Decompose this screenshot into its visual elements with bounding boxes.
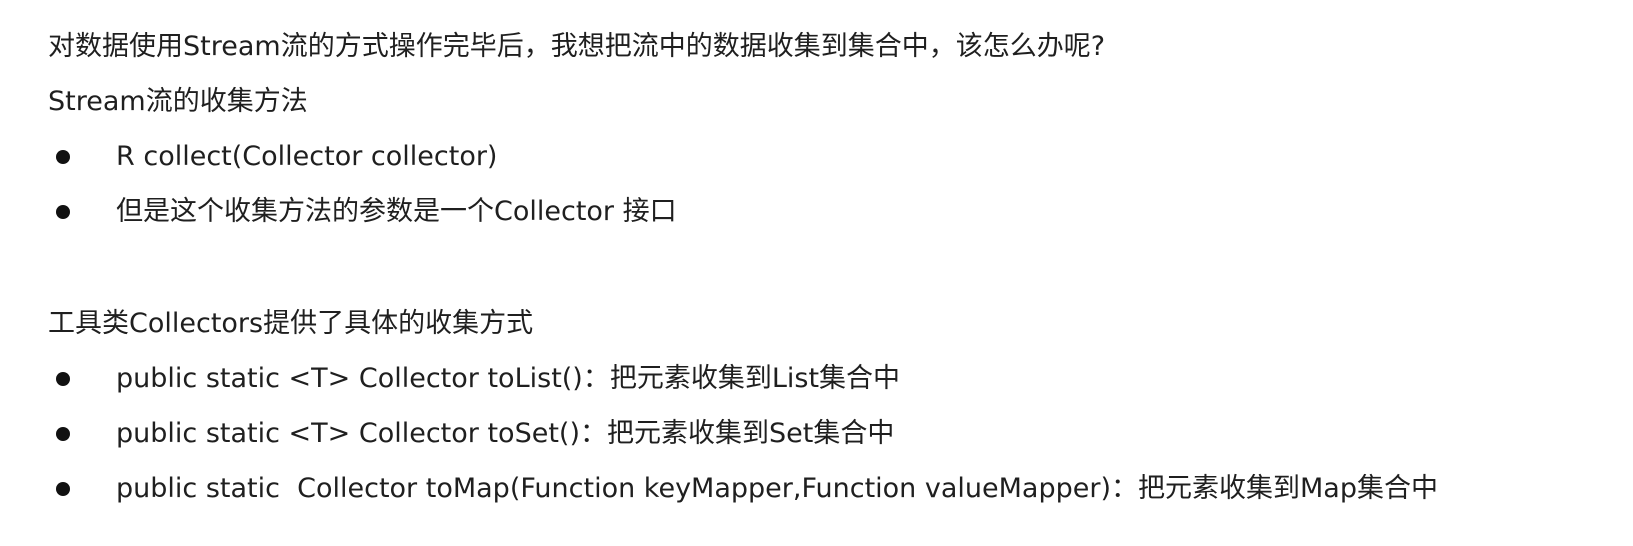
- bullet-icon: [56, 150, 70, 164]
- bullet-icon: [56, 482, 70, 496]
- list-item: public static <T> Collector toList()：把元素…: [48, 362, 1608, 396]
- bullet-icon: [56, 372, 70, 386]
- list-item-text: public static <T> Collector toList()：把元素…: [116, 363, 901, 394]
- list-item: 但是这个收集方法的参数是一个Collector 接口: [48, 195, 1608, 229]
- list-item: public static Collector toMap(Function k…: [48, 472, 1608, 506]
- bullet-icon: [56, 427, 70, 441]
- collect-heading: Stream流的收集方法: [48, 86, 308, 117]
- document-body: 对数据使用Stream流的方式操作完毕后，我想把流中的数据收集到集合中，该怎么办…: [48, 30, 1608, 506]
- list-item-text: R collect(Collector collector): [116, 141, 498, 172]
- collectors-heading: 工具类Collectors提供了具体的收集方式: [48, 308, 534, 339]
- list-item-text: 但是这个收集方法的参数是一个Collector 接口: [116, 196, 677, 227]
- intro-question: 对数据使用Stream流的方式操作完毕后，我想把流中的数据收集到集合中，该怎么办…: [48, 31, 1106, 62]
- bullet-icon: [56, 205, 70, 219]
- list-item-text: public static Collector toMap(Function k…: [116, 473, 1438, 504]
- list-item: R collect(Collector collector): [48, 140, 1608, 174]
- list-item-text: public static <T> Collector toSet()：把元素收…: [116, 418, 895, 449]
- list-item: public static <T> Collector toSet()：把元素收…: [48, 417, 1608, 451]
